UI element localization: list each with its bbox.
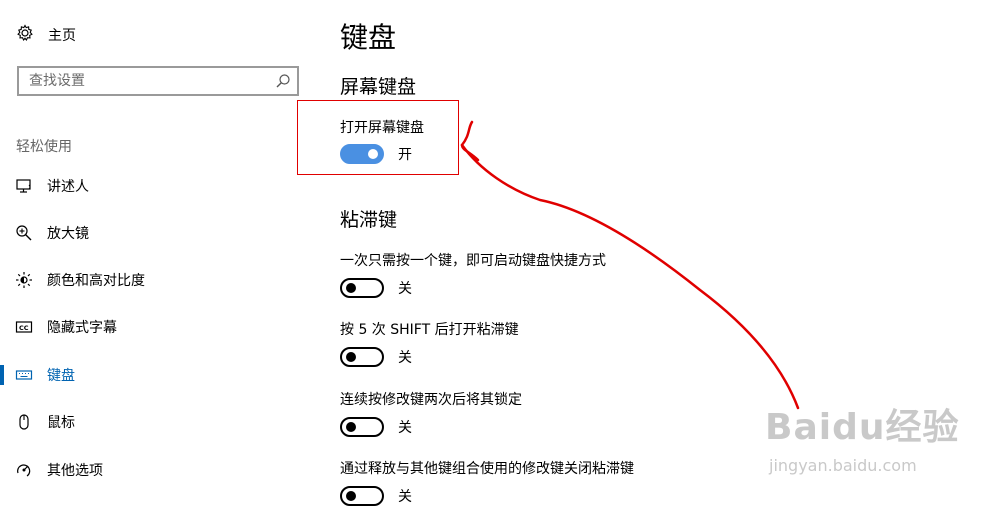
group-title-on-screen-keyboard: 屏幕键盘 bbox=[340, 76, 417, 98]
baidu-watermark: Baidu经验 jingyan.baidu.com bbox=[765, 398, 965, 488]
keyboard-icon bbox=[15, 366, 33, 384]
svg-text:CC: CC bbox=[19, 324, 29, 332]
sticky-option-label: 通过释放与其他键组合使用的修改键关闭粘滞键 bbox=[340, 461, 634, 477]
home-link[interactable]: 主页 bbox=[16, 24, 76, 46]
toggle-knob bbox=[346, 283, 356, 293]
group-title-sticky-keys: 粘滞键 bbox=[340, 209, 398, 231]
sidebar: 主页 轻松使用 讲述人 放大镜 颜色和高对比度 CC 隐藏式字幕 bbox=[0, 0, 310, 506]
watermark-logo: Baidu经验 bbox=[765, 407, 960, 448]
gear-icon bbox=[16, 24, 34, 46]
toggle-state-label: 关 bbox=[398, 489, 412, 505]
sidebar-item-label: 颜色和高对比度 bbox=[47, 273, 145, 289]
magnifier-icon bbox=[15, 224, 33, 242]
sidebar-item-label: 放大镜 bbox=[47, 226, 89, 242]
search-input[interactable] bbox=[19, 68, 275, 94]
closed-caption-icon: CC bbox=[15, 318, 33, 336]
mouse-icon bbox=[15, 413, 33, 431]
annotation-highlight-box bbox=[297, 100, 459, 175]
brightness-icon bbox=[15, 271, 33, 289]
shift-five-times-toggle[interactable] bbox=[340, 347, 384, 367]
sidebar-item-narrator[interactable]: 讲述人 bbox=[0, 168, 310, 204]
sidebar-item-label: 鼠标 bbox=[47, 415, 75, 431]
narrator-icon bbox=[15, 177, 33, 195]
sidebar-item-closed-captions[interactable]: CC 隐藏式字幕 bbox=[0, 309, 310, 345]
toggle-knob bbox=[346, 422, 356, 432]
page-title: 键盘 bbox=[340, 21, 397, 54]
search-icon[interactable] bbox=[275, 73, 291, 89]
home-label: 主页 bbox=[48, 28, 76, 44]
watermark-url: jingyan.baidu.com bbox=[769, 456, 917, 475]
sticky-option-label: 一次只需按一个键，即可启动键盘快捷方式 bbox=[340, 253, 606, 269]
section-label-ease-of-access: 轻松使用 bbox=[16, 139, 72, 155]
toggle-state-label: 关 bbox=[398, 350, 412, 366]
sidebar-item-label: 键盘 bbox=[47, 368, 75, 384]
sticky-option-toggle-row[interactable]: 关 bbox=[340, 417, 412, 437]
toggle-knob bbox=[346, 352, 356, 362]
other-options-icon bbox=[15, 461, 33, 479]
toggle-knob bbox=[346, 491, 356, 501]
release-modifier-toggle[interactable] bbox=[340, 486, 384, 506]
sticky-option-toggle-row[interactable]: 关 bbox=[340, 486, 412, 506]
active-indicator bbox=[0, 365, 4, 385]
sticky-option-toggle-row[interactable]: 关 bbox=[340, 347, 412, 367]
sidebar-item-label: 讲述人 bbox=[47, 179, 89, 195]
settings-search-box[interactable] bbox=[17, 66, 299, 96]
sidebar-item-magnifier[interactable]: 放大镜 bbox=[0, 215, 310, 251]
lock-modifier-toggle[interactable] bbox=[340, 417, 384, 437]
toggle-state-label: 关 bbox=[398, 281, 412, 297]
sticky-option-toggle-row[interactable]: 关 bbox=[340, 278, 412, 298]
sidebar-item-other-options[interactable]: 其他选项 bbox=[0, 452, 310, 488]
sidebar-item-label: 隐藏式字幕 bbox=[47, 320, 117, 336]
sticky-option-label: 连续按修改键两次后将其锁定 bbox=[340, 392, 522, 408]
toggle-state-label: 关 bbox=[398, 420, 412, 436]
sidebar-item-keyboard[interactable]: 键盘 bbox=[0, 357, 310, 393]
sidebar-item-label: 其他选项 bbox=[47, 463, 103, 479]
sticky-option-label: 按 5 次 SHIFT 后打开粘滞键 bbox=[340, 322, 519, 338]
sticky-shortcut-toggle[interactable] bbox=[340, 278, 384, 298]
sidebar-item-mouse[interactable]: 鼠标 bbox=[0, 404, 310, 440]
sidebar-item-color-contrast[interactable]: 颜色和高对比度 bbox=[0, 262, 310, 298]
